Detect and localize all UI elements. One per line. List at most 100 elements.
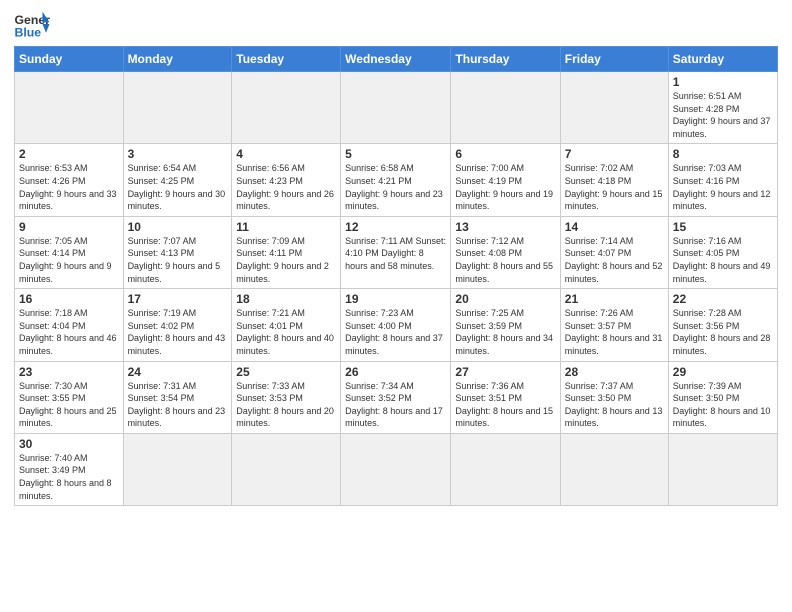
calendar-cell (451, 72, 560, 144)
day-info: Sunrise: 7:21 AM Sunset: 4:01 PM Dayligh… (236, 307, 336, 357)
calendar-cell: 12Sunrise: 7:11 AM Sunset: 4:10 PM Dayli… (341, 216, 451, 288)
day-number: 24 (128, 365, 228, 379)
day-number: 22 (673, 292, 773, 306)
day-info: Sunrise: 7:25 AM Sunset: 3:59 PM Dayligh… (455, 307, 555, 357)
calendar-cell (15, 72, 124, 144)
day-info: Sunrise: 7:28 AM Sunset: 3:56 PM Dayligh… (673, 307, 773, 357)
calendar-week-row-4: 23Sunrise: 7:30 AM Sunset: 3:55 PM Dayli… (15, 361, 778, 433)
day-info: Sunrise: 6:56 AM Sunset: 4:23 PM Dayligh… (236, 162, 336, 212)
day-info: Sunrise: 7:02 AM Sunset: 4:18 PM Dayligh… (565, 162, 664, 212)
day-number: 19 (345, 292, 446, 306)
day-info: Sunrise: 7:33 AM Sunset: 3:53 PM Dayligh… (236, 380, 336, 430)
calendar-cell (560, 433, 668, 505)
day-info: Sunrise: 6:53 AM Sunset: 4:26 PM Dayligh… (19, 162, 119, 212)
calendar-cell: 27Sunrise: 7:36 AM Sunset: 3:51 PM Dayli… (451, 361, 560, 433)
day-number: 11 (236, 220, 336, 234)
page: General Blue SundayMondayTuesdayWednesda… (0, 0, 792, 612)
day-number: 2 (19, 147, 119, 161)
calendar-cell (341, 433, 451, 505)
day-number: 15 (673, 220, 773, 234)
calendar-cell: 21Sunrise: 7:26 AM Sunset: 3:57 PM Dayli… (560, 289, 668, 361)
day-number: 29 (673, 365, 773, 379)
calendar-cell (232, 433, 341, 505)
day-info: Sunrise: 7:31 AM Sunset: 3:54 PM Dayligh… (128, 380, 228, 430)
calendar-week-row-0: 1Sunrise: 6:51 AM Sunset: 4:28 PM Daylig… (15, 72, 778, 144)
day-number: 30 (19, 437, 119, 451)
day-number: 17 (128, 292, 228, 306)
calendar-cell (232, 72, 341, 144)
day-info: Sunrise: 7:18 AM Sunset: 4:04 PM Dayligh… (19, 307, 119, 357)
calendar-cell: 4Sunrise: 6:56 AM Sunset: 4:23 PM Daylig… (232, 144, 341, 216)
day-info: Sunrise: 7:03 AM Sunset: 4:16 PM Dayligh… (673, 162, 773, 212)
calendar-cell (341, 72, 451, 144)
weekday-header-thursday: Thursday (451, 47, 560, 72)
day-info: Sunrise: 7:07 AM Sunset: 4:13 PM Dayligh… (128, 235, 228, 285)
calendar-cell: 9Sunrise: 7:05 AM Sunset: 4:14 PM Daylig… (15, 216, 124, 288)
calendar-cell: 8Sunrise: 7:03 AM Sunset: 4:16 PM Daylig… (668, 144, 777, 216)
calendar-week-row-5: 30Sunrise: 7:40 AM Sunset: 3:49 PM Dayli… (15, 433, 778, 505)
day-info: Sunrise: 7:14 AM Sunset: 4:07 PM Dayligh… (565, 235, 664, 285)
day-number: 21 (565, 292, 664, 306)
calendar-cell (560, 72, 668, 144)
day-number: 10 (128, 220, 228, 234)
day-number: 28 (565, 365, 664, 379)
calendar-cell: 22Sunrise: 7:28 AM Sunset: 3:56 PM Dayli… (668, 289, 777, 361)
day-info: Sunrise: 7:19 AM Sunset: 4:02 PM Dayligh… (128, 307, 228, 357)
calendar-cell: 1Sunrise: 6:51 AM Sunset: 4:28 PM Daylig… (668, 72, 777, 144)
day-info: Sunrise: 7:05 AM Sunset: 4:14 PM Dayligh… (19, 235, 119, 285)
day-info: Sunrise: 7:26 AM Sunset: 3:57 PM Dayligh… (565, 307, 664, 357)
weekday-header-friday: Friday (560, 47, 668, 72)
calendar-week-row-2: 9Sunrise: 7:05 AM Sunset: 4:14 PM Daylig… (15, 216, 778, 288)
calendar-cell (668, 433, 777, 505)
day-info: Sunrise: 7:09 AM Sunset: 4:11 PM Dayligh… (236, 235, 336, 285)
day-info: Sunrise: 7:39 AM Sunset: 3:50 PM Dayligh… (673, 380, 773, 430)
day-number: 6 (455, 147, 555, 161)
day-number: 5 (345, 147, 446, 161)
weekday-header-sunday: Sunday (15, 47, 124, 72)
day-number: 20 (455, 292, 555, 306)
day-info: Sunrise: 7:34 AM Sunset: 3:52 PM Dayligh… (345, 380, 446, 430)
calendar-cell (123, 72, 232, 144)
day-info: Sunrise: 7:12 AM Sunset: 4:08 PM Dayligh… (455, 235, 555, 285)
day-number: 8 (673, 147, 773, 161)
calendar-cell (123, 433, 232, 505)
day-info: Sunrise: 7:11 AM Sunset: 4:10 PM Dayligh… (345, 235, 446, 273)
calendar-cell: 19Sunrise: 7:23 AM Sunset: 4:00 PM Dayli… (341, 289, 451, 361)
day-info: Sunrise: 7:16 AM Sunset: 4:05 PM Dayligh… (673, 235, 773, 285)
logo-icon: General Blue (14, 10, 50, 38)
calendar-cell: 3Sunrise: 6:54 AM Sunset: 4:25 PM Daylig… (123, 144, 232, 216)
calendar-cell: 25Sunrise: 7:33 AM Sunset: 3:53 PM Dayli… (232, 361, 341, 433)
weekday-header-tuesday: Tuesday (232, 47, 341, 72)
day-number: 7 (565, 147, 664, 161)
calendar-cell: 2Sunrise: 6:53 AM Sunset: 4:26 PM Daylig… (15, 144, 124, 216)
calendar-cell: 16Sunrise: 7:18 AM Sunset: 4:04 PM Dayli… (15, 289, 124, 361)
calendar-cell: 14Sunrise: 7:14 AM Sunset: 4:07 PM Dayli… (560, 216, 668, 288)
day-number: 4 (236, 147, 336, 161)
day-number: 12 (345, 220, 446, 234)
day-info: Sunrise: 6:58 AM Sunset: 4:21 PM Dayligh… (345, 162, 446, 212)
day-info: Sunrise: 7:40 AM Sunset: 3:49 PM Dayligh… (19, 452, 119, 502)
day-info: Sunrise: 7:30 AM Sunset: 3:55 PM Dayligh… (19, 380, 119, 430)
day-info: Sunrise: 7:23 AM Sunset: 4:00 PM Dayligh… (345, 307, 446, 357)
day-number: 18 (236, 292, 336, 306)
svg-text:Blue: Blue (15, 25, 42, 38)
calendar-cell: 18Sunrise: 7:21 AM Sunset: 4:01 PM Dayli… (232, 289, 341, 361)
day-number: 1 (673, 75, 773, 89)
calendar-cell: 15Sunrise: 7:16 AM Sunset: 4:05 PM Dayli… (668, 216, 777, 288)
day-info: Sunrise: 7:37 AM Sunset: 3:50 PM Dayligh… (565, 380, 664, 430)
day-number: 27 (455, 365, 555, 379)
calendar-cell: 26Sunrise: 7:34 AM Sunset: 3:52 PM Dayli… (341, 361, 451, 433)
calendar-cell: 17Sunrise: 7:19 AM Sunset: 4:02 PM Dayli… (123, 289, 232, 361)
weekday-header-row: SundayMondayTuesdayWednesdayThursdayFrid… (15, 47, 778, 72)
calendar-week-row-1: 2Sunrise: 6:53 AM Sunset: 4:26 PM Daylig… (15, 144, 778, 216)
weekday-header-wednesday: Wednesday (341, 47, 451, 72)
logo: General Blue (14, 10, 50, 38)
day-number: 16 (19, 292, 119, 306)
day-number: 3 (128, 147, 228, 161)
day-number: 14 (565, 220, 664, 234)
calendar-cell (451, 433, 560, 505)
calendar-cell: 29Sunrise: 7:39 AM Sunset: 3:50 PM Dayli… (668, 361, 777, 433)
calendar-cell: 6Sunrise: 7:00 AM Sunset: 4:19 PM Daylig… (451, 144, 560, 216)
day-number: 9 (19, 220, 119, 234)
day-number: 13 (455, 220, 555, 234)
